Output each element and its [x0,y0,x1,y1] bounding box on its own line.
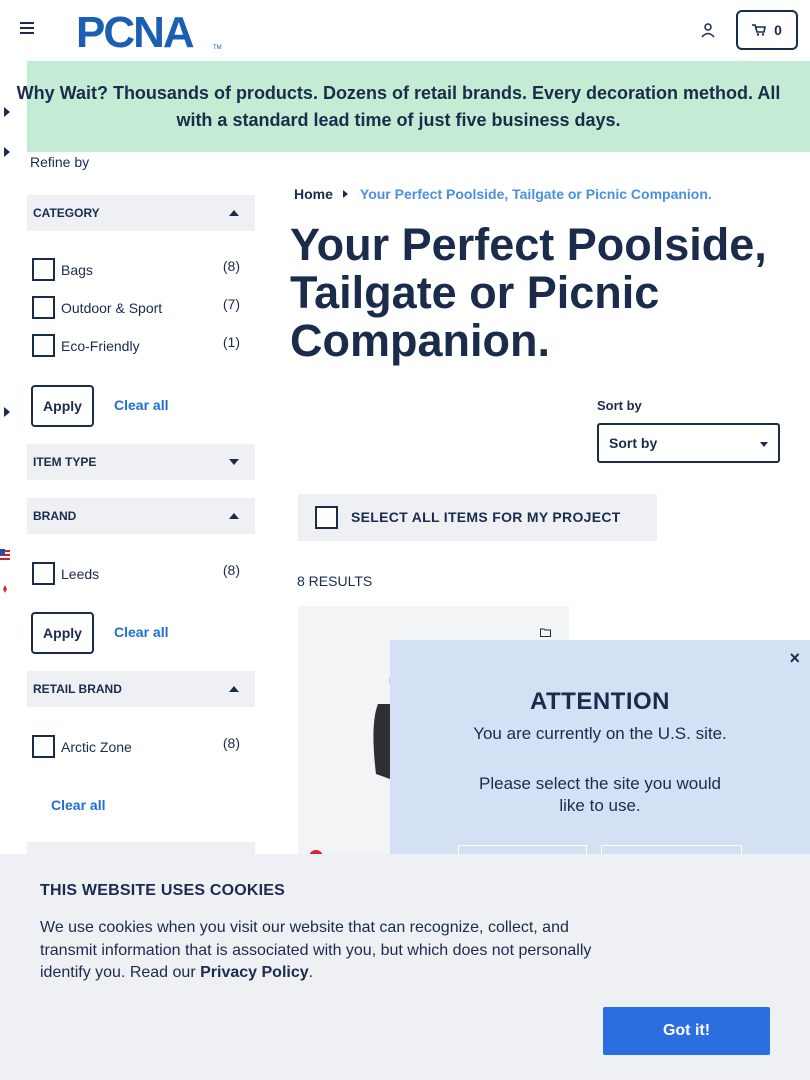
facet-option[interactable]: Arctic Zone (8) [32,735,242,761]
select-all-bar[interactable]: SELECT ALL ITEMS FOR MY PROJECT [298,494,657,541]
collapse-icon [229,210,239,216]
item-type-facet-header[interactable]: ITEM TYPE [27,444,255,480]
facet-option[interactable]: Bags (8) [32,258,242,284]
facet-option-label: Bags [61,262,93,278]
results-count: 8 RESULTS [297,573,373,589]
select-all-label: SELECT ALL ITEMS FOR MY PROJECT [351,509,621,525]
user-icon[interactable] [700,22,716,38]
facet-option-count: (8) [222,562,240,578]
promo-banner: Why Wait? Thousands of products. Dozens … [17,61,810,152]
got-it-button[interactable]: Got it! [603,1007,770,1055]
breadcrumb-home[interactable]: Home [294,186,333,202]
category-facet-title: CATEGORY [33,206,100,220]
item-type-facet-title: ITEM TYPE [33,455,97,469]
svg-text:TM: TM [213,45,222,51]
sort-select[interactable]: Sort by [597,423,780,463]
facet-option-count: (1) [222,334,240,350]
cookie-period: . [308,964,314,981]
privacy-policy-link[interactable]: Privacy Policy [200,964,309,981]
expand-icon [229,459,239,465]
checkbox[interactable] [32,258,55,281]
modal-title: ATTENTION [529,688,671,715]
cookie-banner: THIS WEBSITE USES COOKIES We use cookies… [0,854,810,1080]
facet-option-label: Arctic Zone [61,739,132,755]
facet-option[interactable]: Eco-Friendly (1) [32,334,242,360]
cart-count: 0 [774,22,782,38]
menu-icon[interactable] [20,22,36,38]
brand-facet-title: BRAND [33,509,77,523]
side-arrow-icon[interactable] [4,147,10,157]
facet-option-label: Eco-Friendly [61,338,140,354]
cookie-title: THIS WEBSITE USES COOKIES [40,882,286,899]
sort-selected-value: Sort by [609,435,658,451]
facet-option-count: (7) [222,296,240,312]
close-icon[interactable]: × [789,648,800,669]
page-title: Your Perfect Poolside, Tailgate or Picni… [290,219,767,366]
promo-banner-text: Why Wait? Thousands of products. Dozens … [16,82,781,130]
cookie-text-block: We use cookies when you visit our websit… [40,917,600,985]
facet-option-count: (8) [222,258,240,274]
logo-text: PCNA [76,11,194,51]
brand-facet-header[interactable]: BRAND [27,498,255,534]
clear-all-link[interactable]: Clear all [114,397,168,413]
checkbox[interactable] [32,562,55,585]
cart-icon [752,24,767,36]
breadcrumb-current: Your Perfect Poolside, Tailgate or Picni… [359,186,712,202]
folder-icon[interactable] [540,624,551,637]
sort-label: Sort by [597,398,642,413]
collapse-icon [229,686,239,692]
pcna-logo[interactable]: PCNA TM [76,8,224,57]
chevron-down-icon [760,442,768,447]
breadcrumb-separator-icon [342,190,348,198]
facet-option[interactable]: Leeds (8) [32,562,242,588]
select-all-checkbox[interactable] [315,506,338,529]
cart-button[interactable]: 0 [736,10,798,50]
checkbox[interactable] [32,735,55,758]
clear-all-link[interactable]: Clear all [51,797,105,813]
facet-option-count: (8) [222,735,240,751]
apply-button[interactable]: Apply [31,612,94,654]
apply-button[interactable]: Apply [31,385,94,427]
collapse-icon [229,513,239,519]
us-flag-icon[interactable] [0,548,10,561]
breadcrumb: Home Your Perfect Poolside, Tailgate or … [294,186,712,202]
site-header: PCNA TM 0 [0,0,810,61]
checkbox[interactable] [32,296,55,319]
clear-all-link[interactable]: Clear all [114,624,168,640]
retail-brand-facet-title: RETAIL BRAND [33,682,122,696]
retail-brand-facet-header[interactable]: RETAIL BRAND [27,671,255,707]
refine-by-label: Refine by [30,154,90,170]
modal-message: You are currently on the U.S. site. [473,724,727,743]
facet-option-label: Outdoor & Sport [61,300,163,316]
canada-flag-icon[interactable] [0,582,10,595]
cookie-text: We use cookies when you visit our websit… [40,919,592,981]
site-selector-modal: × ATTENTION You are currently on the U.S… [390,640,810,881]
checkbox[interactable] [32,334,55,357]
facet-option[interactable]: Outdoor & Sport (7) [32,296,242,322]
category-facet-header[interactable]: CATEGORY [27,195,255,231]
facet-option-label: Leeds [61,566,100,582]
side-arrow-icon[interactable] [4,407,10,417]
modal-question: Please select the site you would like to… [479,774,721,815]
side-arrow-icon[interactable] [4,107,10,117]
